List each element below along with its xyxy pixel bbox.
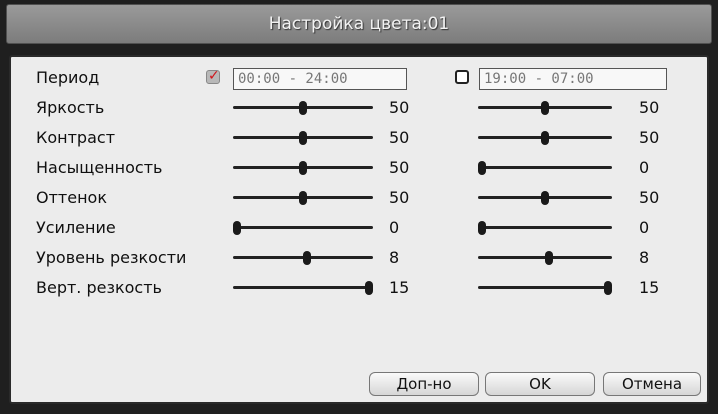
left-slider-handle[interactable]: [233, 221, 241, 235]
advanced-button[interactable]: Доп-но: [369, 372, 479, 396]
right-slider-handle[interactable]: [544, 251, 553, 265]
right-value: 0: [639, 218, 650, 237]
setting-label: Яркость: [36, 98, 105, 117]
setting-row: Насыщенность 50 0: [11, 153, 707, 183]
right-slider-handle[interactable]: [541, 131, 549, 145]
setting-label: Насыщенность: [36, 158, 163, 177]
right-value: 0: [639, 158, 650, 177]
right-value: 50: [639, 188, 660, 207]
left-value: 50: [389, 98, 410, 117]
right-slider-track[interactable]: [478, 166, 612, 169]
right-value: 50: [639, 98, 660, 117]
left-slider-handle[interactable]: [299, 131, 307, 145]
right-value: 50: [639, 128, 660, 147]
left-value: 50: [389, 158, 410, 177]
left-slider-handle[interactable]: [302, 251, 311, 265]
period-row: Период 00:00 - 24:00 19:00 - 07:00: [11, 63, 707, 93]
right-value: 15: [639, 278, 660, 297]
right-slider-handle[interactable]: [478, 161, 486, 175]
setting-label: Оттенок: [36, 188, 107, 207]
right-value: 8: [639, 248, 650, 267]
right-slider-track[interactable]: [478, 226, 612, 229]
left-value: 8: [389, 248, 400, 267]
period-2-time-range[interactable]: 19:00 - 07:00: [479, 68, 667, 90]
title-bar: Настройка цвета:01: [6, 4, 712, 44]
setting-row: Яркость 50 50: [11, 93, 707, 123]
right-slider-track[interactable]: [478, 286, 612, 289]
left-value: 0: [389, 218, 400, 237]
setting-label: Верт. резкость: [36, 278, 162, 297]
left-slider-handle[interactable]: [365, 281, 373, 295]
setting-label: Контраст: [36, 128, 116, 147]
left-value: 50: [389, 128, 410, 147]
settings-panel: Период 00:00 - 24:00 19:00 - 07:00 Яркос…: [9, 55, 709, 404]
left-slider-track[interactable]: [233, 226, 373, 229]
period-1-checkbox[interactable]: [206, 68, 220, 84]
setting-row: Контраст 50 50: [11, 123, 707, 153]
color-settings-dialog: Настройка цвета:01 Период 00:00 - 24:00 …: [0, 0, 718, 414]
period-1-time-range[interactable]: 00:00 - 24:00: [233, 68, 407, 90]
window-title: Настройка цвета:01: [268, 14, 450, 34]
left-slider-track[interactable]: [233, 286, 373, 289]
right-slider-handle[interactable]: [604, 281, 612, 295]
left-slider-handle[interactable]: [299, 101, 307, 115]
period-label: Период: [36, 68, 100, 87]
setting-row: Оттенок 50 50: [11, 183, 707, 213]
setting-row: Усиление 0 0: [11, 213, 707, 243]
ok-button[interactable]: OK: [485, 372, 595, 396]
setting-row: Уровень резкости 8 8: [11, 243, 707, 273]
left-value: 50: [389, 188, 410, 207]
period-2-checkbox[interactable]: [455, 70, 469, 84]
left-slider-handle[interactable]: [299, 161, 307, 175]
setting-row: Верт. резкость 15 15: [11, 273, 707, 303]
right-slider-handle[interactable]: [541, 101, 549, 115]
right-slider-handle[interactable]: [541, 191, 549, 205]
cancel-button[interactable]: Отмена: [603, 372, 701, 396]
setting-label: Уровень резкости: [36, 248, 187, 267]
left-value: 15: [389, 278, 410, 297]
setting-label: Усиление: [36, 218, 116, 237]
right-slider-handle[interactable]: [478, 221, 486, 235]
left-slider-handle[interactable]: [299, 191, 307, 205]
